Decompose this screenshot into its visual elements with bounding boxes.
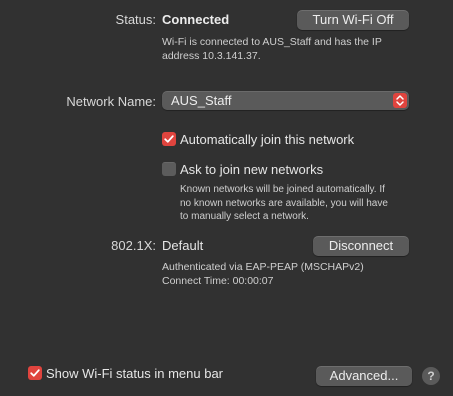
chevron-up-down-icon — [393, 93, 407, 108]
checkmark-icon — [30, 369, 40, 377]
checkmark-icon — [164, 135, 174, 143]
disconnect-button[interactable]: Disconnect — [313, 236, 409, 256]
ask-join-label[interactable]: Ask to join new networks — [180, 162, 323, 177]
show-wifi-status-label[interactable]: Show Wi-Fi status in menu bar — [46, 366, 223, 381]
dot1x-auth-line: Authenticated via EAP-PEAP (MSCHAPv2) — [162, 261, 364, 273]
status-description-line1: Wi-Fi is connected to AUS_Staff and has … — [162, 36, 382, 48]
advanced-button[interactable]: Advanced... — [316, 366, 412, 386]
status-value: Connected — [162, 12, 230, 27]
network-name-popup[interactable]: AUS_Staff — [162, 91, 409, 110]
ask-join-checkbox[interactable] — [162, 162, 176, 176]
auto-join-checkbox[interactable] — [162, 132, 176, 146]
turn-wifi-off-button[interactable]: Turn Wi-Fi Off — [297, 10, 409, 30]
status-description-line2: address 10.3.141.37. — [162, 50, 261, 62]
ask-join-note-line2: no known networks are available, you wil… — [180, 197, 388, 209]
network-name-label: Network Name: — [66, 94, 156, 109]
status-label: Status: — [115, 12, 156, 27]
question-mark-icon[interactable]: ? — [422, 367, 440, 385]
dot1x-connect-time: Connect Time: 00:00:07 — [162, 275, 274, 287]
dot1x-label: 802.1X: — [111, 238, 156, 253]
show-wifi-status-checkbox[interactable] — [28, 366, 42, 380]
ask-join-note-line3: to manually select a network. — [180, 211, 309, 222]
network-name-selected: AUS_Staff — [171, 93, 232, 108]
network-preferences-panel: Status: Connected Turn Wi-Fi Off Wi-Fi i… — [0, 0, 453, 396]
ask-join-note-line1: Known networks will be joined automatica… — [180, 184, 385, 195]
dot1x-value: Default — [162, 238, 204, 253]
auto-join-label[interactable]: Automatically join this network — [180, 132, 354, 147]
